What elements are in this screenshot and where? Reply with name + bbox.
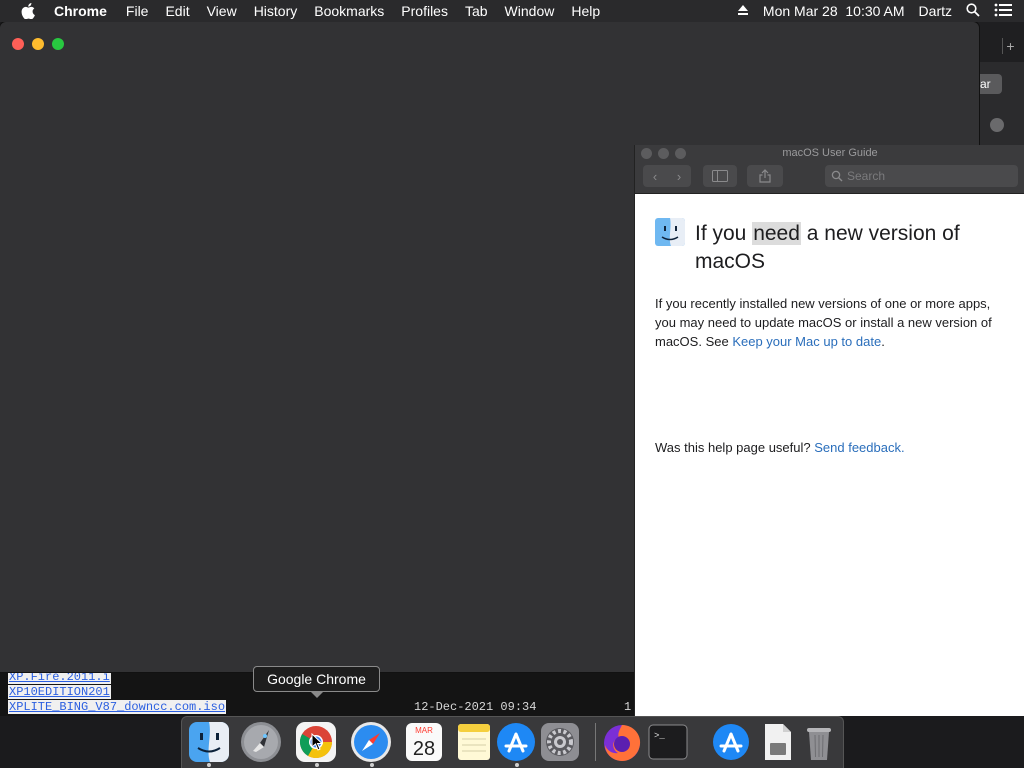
app-store-icon (497, 723, 535, 761)
keep-mac-up-to-date-link[interactable]: Keep your Mac up to date (732, 334, 881, 349)
file-link[interactable]: XPLITE_BING_V87_downcc.com.iso (8, 700, 227, 714)
send-feedback-link[interactable]: Send feedback. (814, 440, 904, 455)
dock-finder[interactable] (188, 721, 230, 763)
calendar-month: MAR (415, 726, 433, 735)
sidebar-icon (712, 170, 728, 182)
menu-bar: Chrome File Edit View History Bookmarks … (0, 0, 1024, 22)
forward-icon[interactable]: › (667, 169, 691, 184)
mouse-cursor-icon (311, 733, 323, 751)
new-tab-icon[interactable]: + (1002, 38, 1018, 54)
feedback-line: Was this help page useful? Send feedback… (655, 440, 905, 455)
menubar-user[interactable]: Dartz (919, 3, 952, 19)
dock: MAR 28 >_ (181, 716, 844, 768)
dock-firefox[interactable] (601, 721, 643, 763)
window-title: macOS User Guide (782, 147, 878, 159)
dock-safari[interactable] (350, 721, 392, 763)
help-toolbar: macOS User Guide ‹ › (635, 145, 1024, 194)
finder-icon (655, 218, 685, 246)
search-icon[interactable] (990, 118, 1004, 132)
zoom-button[interactable] (52, 38, 64, 50)
notes-icon (458, 724, 490, 760)
spotlight-search-icon[interactable] (966, 2, 980, 20)
system-preferences-icon (541, 723, 579, 761)
file-size: 1 (624, 700, 632, 714)
help-content: If you need a new version of macOS If yo… (635, 195, 1024, 715)
heading-text: If you (695, 222, 753, 245)
share-button[interactable] (747, 165, 783, 187)
search-icon (831, 170, 843, 182)
dock-trash[interactable] (798, 721, 840, 763)
menu-history[interactable]: History (254, 3, 298, 19)
running-indicator (207, 763, 211, 767)
running-indicator (370, 763, 374, 767)
dock-app-store[interactable] (495, 721, 537, 763)
background-tab-bar: + (978, 22, 1024, 62)
terminal-icon: >_ (648, 724, 688, 760)
help-search-input[interactable] (825, 165, 1018, 187)
notification-center-icon[interactable] (994, 3, 1012, 20)
minimize-button[interactable] (32, 38, 44, 50)
dock-notes[interactable] (453, 721, 495, 763)
body-text-end: . (881, 334, 885, 349)
running-indicator (315, 763, 319, 767)
dock-system-preferences[interactable] (539, 721, 581, 763)
sidebar-toggle-button[interactable] (703, 165, 737, 187)
background-button[interactable]: ar (978, 74, 1002, 94)
running-indicator (515, 763, 519, 767)
menu-view[interactable]: View (207, 3, 237, 19)
dock-document[interactable] (756, 721, 798, 763)
menu-tab[interactable]: Tab (465, 3, 488, 19)
back-icon[interactable]: ‹ (643, 169, 667, 184)
share-icon (759, 169, 771, 183)
firefox-icon (604, 725, 641, 761)
menu-chrome[interactable]: Chrome (54, 3, 107, 19)
menu-bookmarks[interactable]: Bookmarks (314, 3, 384, 19)
navigation-buttons: ‹ › (643, 165, 691, 187)
app-store-downloads-icon (713, 724, 749, 760)
safari-icon (351, 722, 391, 762)
menu-profiles[interactable]: Profiles (401, 3, 448, 19)
help-body-text: If you recently installed new versions o… (655, 294, 1005, 351)
help-heading: If you need a new version of macOS (695, 220, 995, 276)
menu-edit[interactable]: Edit (165, 3, 189, 19)
search-highlight: need (752, 222, 801, 245)
dock-separator (595, 723, 596, 761)
window-controls (12, 38, 64, 50)
dock-calendar[interactable]: MAR 28 (403, 721, 445, 763)
close-button[interactable] (12, 38, 24, 50)
trash-icon (807, 728, 831, 760)
apple-menu-icon[interactable] (21, 3, 35, 20)
help-viewer-window: macOS User Guide ‹ › If you need a new v… (634, 145, 1024, 716)
background-window-partial: + ar (978, 22, 1024, 146)
svg-text:>_: >_ (654, 731, 665, 741)
eject-icon[interactable] (737, 3, 749, 19)
dock-tooltip: Google Chrome (253, 666, 380, 692)
launchpad-icon (241, 722, 281, 762)
file-link[interactable]: XP10EDITION201 (8, 685, 111, 699)
document-icon (765, 724, 791, 760)
calendar-icon: MAR 28 (406, 723, 442, 761)
dock-launchpad[interactable] (240, 721, 282, 763)
tooltip-arrow (310, 691, 324, 698)
finder-icon (189, 722, 229, 762)
menu-help[interactable]: Help (571, 3, 600, 19)
menubar-clock[interactable]: Mon Mar 28 10:30 AM (763, 3, 905, 19)
file-date: 12-Dec-2021 09:34 (414, 700, 537, 714)
calendar-day: 28 (413, 738, 435, 760)
menu-window[interactable]: Window (505, 3, 555, 19)
dock-app-store-downloads[interactable] (710, 721, 752, 763)
feedback-question: Was this help page useful? (655, 440, 815, 455)
file-link[interactable]: XP.Fire.2011.i (8, 670, 111, 684)
menu-file[interactable]: File (126, 3, 149, 19)
dock-terminal[interactable]: >_ (647, 721, 689, 763)
